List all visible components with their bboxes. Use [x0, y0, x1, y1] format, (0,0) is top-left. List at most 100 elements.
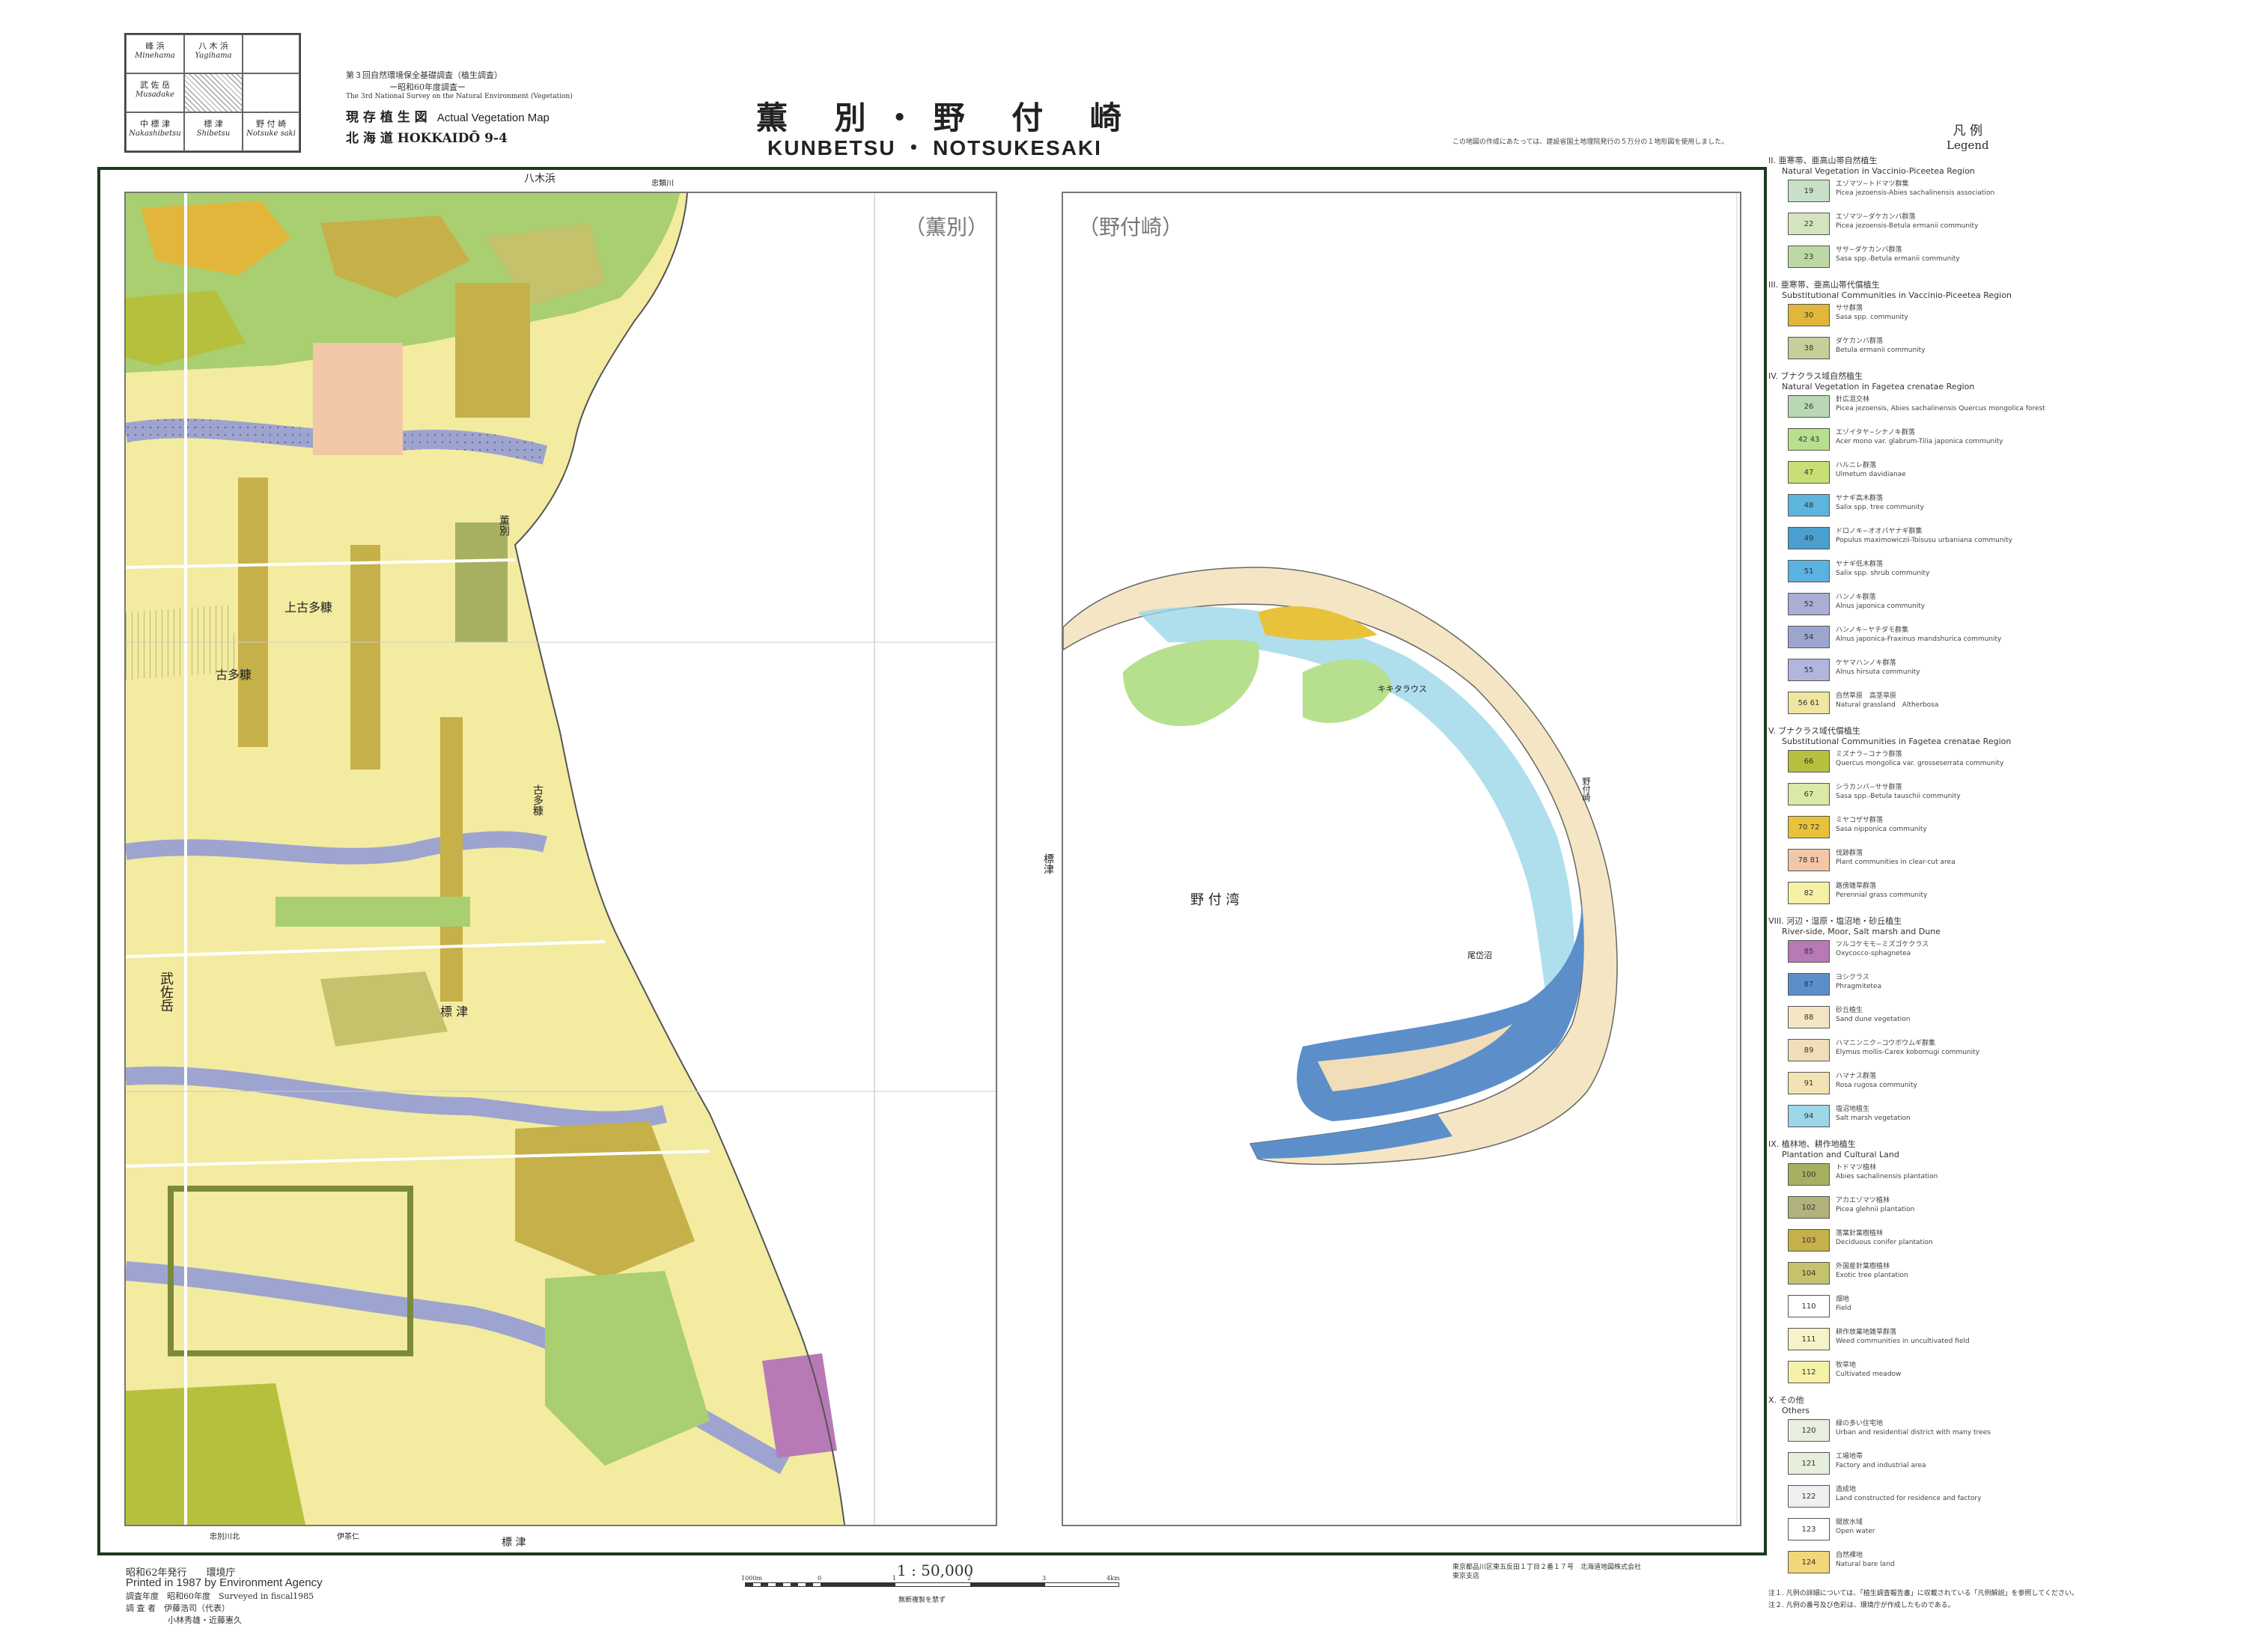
scale-bar-segment	[746, 1583, 821, 1586]
index-cell: 峰 浜 Minehama	[126, 34, 184, 73]
map-panel-kunbetsu[interactable]: （薫別） 武佐岳 上古多糠 古多糠 古多糠 薫別 標 津	[124, 192, 997, 1526]
legend-item: 121 工場地帯 Factory and industrial area	[1768, 1452, 2240, 1482]
legend-item: 124 自然裸地 Natural bare land	[1768, 1551, 2240, 1581]
legend-item: 85 ツルコケモモ−ミズゴケクラス Oxycocco-sphagnetea	[1768, 940, 2240, 970]
legend-item: 123 開放水域 Open water	[1768, 1518, 2240, 1548]
legend-text-jp: ヤナギ低木群落	[1836, 561, 1884, 568]
index-cell-jp: 八 木 浜	[198, 41, 228, 51]
legend-section-title-jp: V. ブナクラス域代償植生	[1768, 726, 1860, 736]
legend-text: ケヤマハンノキ群落 Alnus hirsuta community	[1836, 659, 1920, 677]
legend-text-jp: アカエゾマツ植林	[1836, 1197, 1890, 1204]
clear-cut-area	[313, 343, 403, 455]
index-cell: 野 付 崎 Notsuke saki	[243, 112, 299, 151]
scale-ratio: 1 : 50,000	[897, 1561, 974, 1579]
legend-text-jp: トドマツ植林	[1836, 1164, 1877, 1171]
legend-text-jp: ミヤコザサ群落	[1836, 817, 1884, 824]
surveyors-2: 小林秀雄・近藤憲久	[168, 1615, 242, 1625]
legend-section-title-en: Natural Vegetation in Fagetea crenatae R…	[1782, 382, 1975, 391]
legend-item: 48 ヤナギ高木群落 Salix spp. tree community	[1768, 494, 2240, 524]
legend-text-en: Sasa spp.-Betula ermanii community	[1836, 255, 1960, 263]
legend-section-title-en: Others	[1782, 1406, 1810, 1415]
legend-swatch: 67	[1788, 783, 1830, 805]
legend-item: 52 ハンノキ群落 Alnus japonica community	[1768, 593, 2240, 623]
place-notsukezaki: 野付崎	[1581, 777, 1591, 802]
legend-text-jp: エゾイタヤ−シナノキ群落	[1836, 429, 1915, 436]
legend-text-en: Phragmitetea	[1836, 983, 1881, 990]
legend-item: 94 塩沼地植生 Salt marsh vegetation	[1768, 1105, 2240, 1135]
printer-info: 東京都品川区東五反田１丁目２番１７号 北海道地図株式会社東京支店	[1452, 1564, 1642, 1580]
legend-text-en: Factory and industrial area	[1836, 1462, 1926, 1469]
index-cell: 中 標 津 Nakashibetsu	[126, 112, 184, 151]
legend-item: 23 ササ−ダケカンバ群落 Sasa spp.-Betula ermanii com…	[1768, 246, 2240, 275]
panel-label-kunbetsu: （薫別）	[904, 215, 989, 240]
legend-swatch: 124	[1788, 1551, 1830, 1573]
plantation-strip	[440, 717, 463, 1002]
legend-text-en: Salix spp. shrub community	[1836, 570, 1930, 577]
legend-section-title-en: Natural Vegetation in Vaccinio-Piceetea …	[1782, 166, 1975, 176]
legend-item: 54 ハンノキ−ヤチダモ群集 Alnus japonica-Fraxinus man…	[1768, 626, 2240, 656]
legend-item: 89 ハマニンニク−コウボウムギ群集 Elymus mollis-Carex kob…	[1768, 1039, 2240, 1069]
legend-item: 47 ハルニレ群落 Ulmetum davidianae	[1768, 461, 2240, 491]
legend-text: 耕作放棄地雑草群落 Weed communities in uncultivate…	[1836, 1328, 1970, 1346]
plantation-block	[455, 522, 508, 642]
place-right-shibetsu: 標津	[1042, 853, 1054, 874]
index-cell-jp: 標 津	[204, 119, 223, 129]
legend-text-jp: ダケカンバ群落	[1836, 338, 1884, 345]
place-odaito: 尾岱沼	[1467, 951, 1492, 960]
legend-section-title: V. ブナクラス域代償植生 Substitutional Communities …	[1768, 726, 2240, 747]
legend-text-en: Salix spp. tree community	[1836, 504, 1924, 511]
place-kunbetsu: 薫別	[498, 515, 510, 536]
legend-text: アカエゾマツ植林 Picea glehnii plantation	[1836, 1196, 1914, 1214]
legend-section-title: IV. ブナクラス域自然植生 Natural Vegetation in Fage…	[1768, 371, 2240, 392]
legend-swatch: 89	[1788, 1039, 1830, 1061]
legend-section-title-en: Substitutional Communities in Vaccinio-P…	[1782, 290, 2012, 300]
map-panel-notsuke[interactable]: （野付崎） 野 付 湾 尾岱沼 野付崎 キキタラウス	[1062, 192, 1741, 1526]
legend-text-en: Alnus hirsuta community	[1836, 668, 1920, 676]
legend-text: ドロノキ−オオバヤナギ群集 Populus maximowiczii-Toisus…	[1836, 527, 2012, 545]
index-cell-en: Notsuke saki	[246, 129, 296, 138]
legend-swatch: 42 43	[1788, 428, 1830, 451]
legend-text: 砂丘植生 Sand dune vegetation	[1836, 1006, 1910, 1024]
legend-text-jp: エゾマツ−ダケカンバ群落	[1836, 213, 1916, 221]
legend-text-en: Oxycocco-sphagnetea	[1836, 950, 1911, 957]
place-churui-river: 忠類川	[651, 180, 674, 188]
legend-item: 67 シラカンバ−ササ群落 Sasa spp.-Betula tauschii co…	[1768, 783, 2240, 813]
legend-text-en: Cultivated meadow	[1836, 1371, 1902, 1378]
legend-item: 56 61 自然草原 高茎草原 Natural grassland Altherbo…	[1768, 692, 2240, 722]
place-shibetsu: 標 津	[440, 1005, 469, 1019]
index-cell: 武 佐 岳 Musadake	[126, 73, 184, 112]
legend-text-jp: ミズナラ−コナラ群落	[1836, 751, 1902, 758]
legend-item: 30 ササ群落 Sasa spp. community	[1768, 304, 2240, 334]
index-cell-jp: 峰 浜	[145, 41, 165, 51]
legend-text: 畑地 Field	[1836, 1295, 1851, 1313]
legend-section-title-en: Plantation and Cultural Land	[1782, 1150, 1899, 1159]
index-cell-current	[184, 73, 243, 112]
legend-text: エゾイタヤ−シナノキ群落 Acer mono var. glabrum-Tilia…	[1836, 428, 2003, 446]
legend-text: ハマニンニク−コウボウムギ群集 Elymus mollis-Carex kobom…	[1836, 1039, 1979, 1057]
legend-text: ササ−ダケカンバ群落 Sasa spp.-Betula ermanii commu…	[1836, 246, 1960, 263]
legend-section-title-jp: X. その他	[1768, 1395, 1804, 1405]
page-title-en: KUNBETSU ・ NOTSUKESAKI	[767, 136, 1102, 159]
legend-text-en: Field	[1836, 1305, 1851, 1312]
index-cell-jp: 中 標 津	[140, 119, 170, 129]
legend-swatch: 104	[1788, 1262, 1830, 1284]
legend-text-en: Betula ermanii community	[1836, 347, 1926, 354]
scale-bar-segment	[821, 1583, 895, 1586]
scale-note: 無断複製を禁ず	[898, 1597, 946, 1604]
panel-label-notsuke: （野付崎）	[1078, 215, 1184, 240]
legend-text-jp: ハンノキ群落	[1836, 594, 1876, 601]
legend-text: 緑の多い住宅地 Urban and residential district wi…	[1836, 1419, 1991, 1437]
legend-text: シラカンバ−ササ群落 Sasa spp.-Betula tauschii comm…	[1836, 783, 1961, 801]
forest-strip	[276, 897, 470, 927]
legend-swatch: 52	[1788, 593, 1830, 615]
legend-item: 51 ヤナギ低木群落 Salix spp. shrub community	[1768, 560, 2240, 590]
legend-section-title-jp: IX. 植林地、耕作地植生	[1768, 1139, 1856, 1149]
legend-section-title-jp: II. 亜寒帯、亜高山帯自然植生	[1768, 156, 1878, 165]
survey-name-en: The 3rd National Survey on the Natural E…	[346, 93, 573, 100]
index-cell-en: Yagihama	[195, 52, 232, 60]
legend: II. 亜寒帯、亜高山帯自然植生 Natural Vegetation in Va…	[1768, 151, 2240, 1611]
legend-section-title: II. 亜寒帯、亜高山帯自然植生 Natural Vegetation in Va…	[1768, 156, 2240, 177]
legend-swatch: 48	[1788, 494, 1830, 516]
legend-item: 78 81 伐跡群落 Plant communities in clear-cut …	[1768, 849, 2240, 879]
legend-section-title-jp: IV. ブナクラス域自然植生	[1768, 371, 1863, 381]
